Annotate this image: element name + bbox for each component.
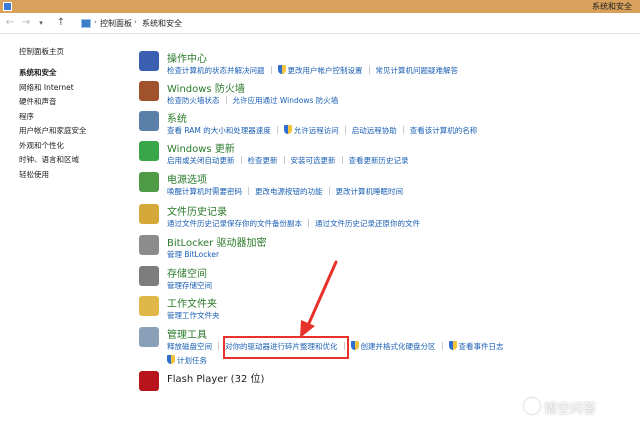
annotation-arrow-icon — [300, 260, 338, 338]
watermark-text: 悟空问答 — [544, 402, 597, 417]
wukong-logo-icon — [524, 398, 540, 414]
watermark: 悟空问答 — [524, 392, 636, 422]
